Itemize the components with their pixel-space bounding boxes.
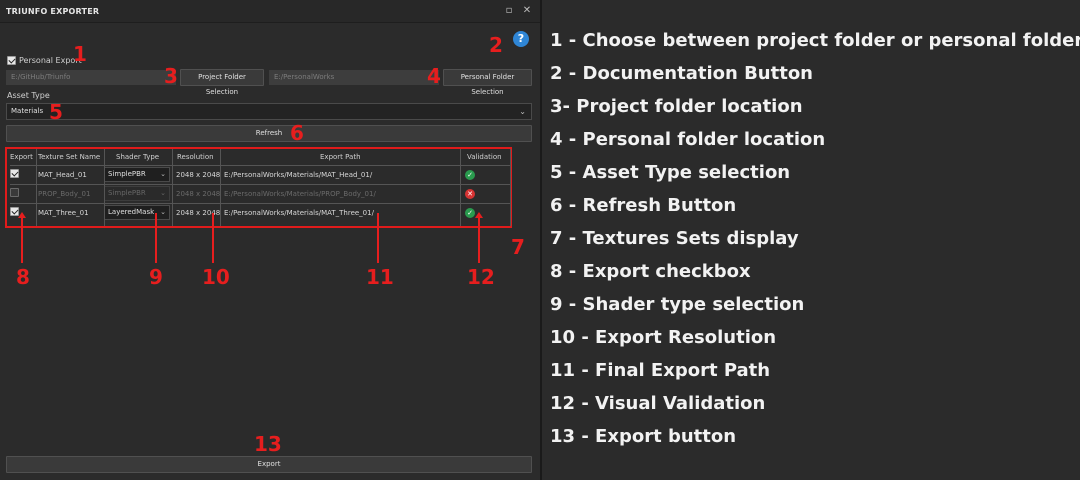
legend-item: 13 - Export button bbox=[550, 426, 737, 447]
legend-item: 6 - Refresh Button bbox=[550, 195, 737, 216]
legend-item: 7 - Textures Sets display bbox=[550, 228, 799, 249]
legend-item: 3- Project folder location bbox=[550, 96, 803, 117]
annotation-arrowhead bbox=[18, 212, 26, 218]
legend-item: 11 - Final Export Path bbox=[550, 360, 771, 381]
legend-item: 4 - Personal folder location bbox=[550, 129, 826, 150]
exporter-panel: TRIUNFO EXPORTER ▫ ✕ Personal Export ? E… bbox=[0, 0, 540, 480]
annotation-arrowhead bbox=[475, 212, 483, 218]
legend-item: 5 - Asset Type selection bbox=[550, 162, 791, 183]
legend-item: 8 - Export checkbox bbox=[550, 261, 751, 282]
legend-item: 9 - Shader type selection bbox=[550, 294, 805, 315]
legend-item: 12 - Visual Validation bbox=[550, 393, 766, 414]
legend-item: 10 - Export Resolution bbox=[550, 327, 777, 348]
legend-panel: 1 - Choose between project folder or per… bbox=[542, 0, 1080, 480]
legend-item: 2 - Documentation Button bbox=[550, 63, 813, 84]
legend-item: 1 - Choose between project folder or per… bbox=[550, 30, 1080, 51]
annotation-lines bbox=[18, 212, 483, 263]
